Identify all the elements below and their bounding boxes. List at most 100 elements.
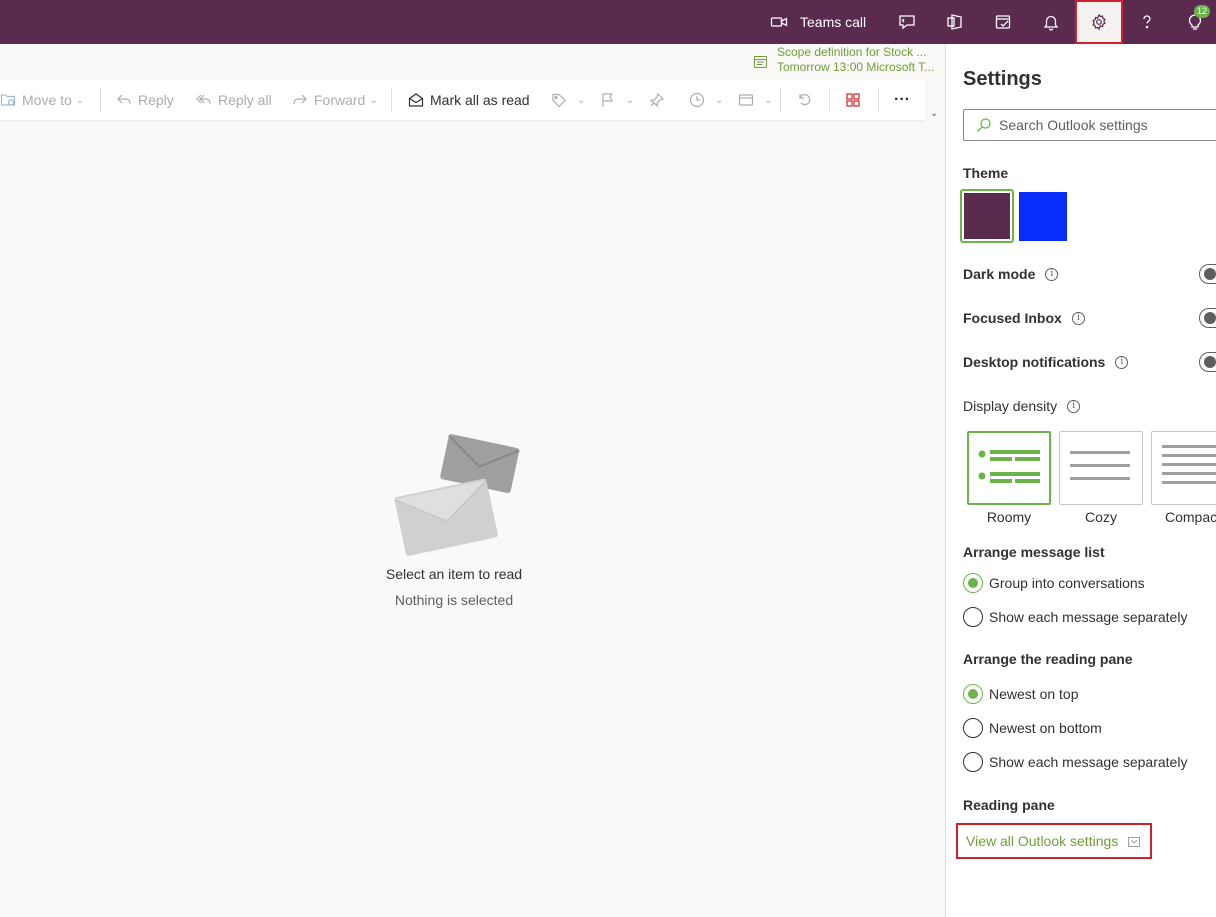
theme-label: Theme	[963, 165, 1009, 181]
feedback-icon	[899, 15, 915, 30]
settings-pane: Settings Search Outlook settings Theme D…	[945, 44, 1216, 917]
radio-unselected-icon	[963, 607, 983, 627]
show-messages-separately-radio[interactable]: Show each message separately	[963, 607, 1187, 627]
rules-button[interactable]: ⌄	[738, 80, 772, 120]
teams-call-button[interactable]	[766, 0, 792, 44]
tips-button[interactable]: 12	[1178, 0, 1212, 44]
theme-swatch-blue[interactable]	[1019, 192, 1067, 241]
newest-on-top-radio[interactable]: Newest on top	[963, 684, 1079, 704]
flag-button[interactable]: ⌄	[600, 80, 634, 120]
more-actions-button[interactable]: ···	[894, 80, 910, 120]
bell-icon	[1043, 15, 1059, 31]
roomy-density-icon	[978, 450, 1040, 483]
dark-mode-label: Dark mode	[963, 266, 1036, 282]
forward-button[interactable]: Forward ⌄	[292, 80, 378, 120]
more-icon: ···	[894, 91, 910, 108]
info-icon[interactable]: i	[1115, 355, 1129, 369]
theme-swatch-fill	[964, 193, 1010, 239]
density-compact-card[interactable]	[1151, 431, 1216, 505]
reminder-title: Scope definition for Stock ...	[777, 45, 927, 59]
flag-icon	[602, 93, 614, 107]
toolbar-divider	[878, 88, 879, 112]
theme-swatch-purple[interactable]	[960, 189, 1014, 243]
reading-pane-separately-radio[interactable]: Show each message separately	[963, 752, 1187, 772]
focused-inbox-row: Focused Inbox i	[963, 310, 1085, 326]
tasks-icon	[995, 15, 1011, 29]
desktop-notifications-row: Desktop notifications i	[963, 354, 1129, 370]
reply-label: Reply	[138, 92, 174, 108]
radio-selected-icon	[963, 573, 983, 593]
reply-icon	[117, 94, 131, 104]
density-roomy-card[interactable]	[967, 431, 1051, 505]
folder-move-icon	[0, 94, 16, 106]
help-button[interactable]	[1130, 0, 1164, 44]
open-envelope-icon	[408, 93, 424, 107]
video-camera-icon	[770, 17, 788, 27]
density-cozy-label: Cozy	[1085, 509, 1117, 525]
office-app-button[interactable]	[938, 0, 972, 44]
toolbar-divider	[780, 88, 781, 112]
info-icon[interactable]: i	[1071, 311, 1085, 325]
undo-icon	[799, 94, 811, 106]
density-roomy-label: Roomy	[986, 509, 1032, 525]
tag-icon	[552, 93, 566, 108]
desktop-notifications-toggle[interactable]	[1199, 352, 1216, 372]
settings-search-input[interactable]: Search Outlook settings	[963, 109, 1216, 141]
pin-button[interactable]	[649, 80, 671, 120]
mark-all-read-button[interactable]: Mark all as read	[408, 80, 530, 120]
group-conversations-radio[interactable]: Group into conversations	[963, 573, 1145, 593]
forward-icon	[293, 94, 307, 104]
reading-pane-label: Reading pane	[963, 797, 1055, 813]
settings-search-placeholder: Search Outlook settings	[999, 117, 1148, 133]
view-all-settings-link[interactable]: View all Outlook settings	[956, 823, 1152, 859]
empty-state-title: Select an item to read	[385, 566, 523, 582]
clock-icon	[689, 92, 705, 108]
teams-call-label-button[interactable]: Teams call	[800, 0, 872, 44]
toolbar-divider	[391, 88, 392, 112]
radio-selected-icon	[963, 684, 983, 704]
pin-icon	[649, 92, 665, 108]
top-bar: Teams call 12	[0, 0, 1216, 44]
reply-all-button[interactable]: Reply all	[196, 80, 272, 120]
my-day-button[interactable]	[986, 0, 1020, 44]
calendar-event-icon	[754, 56, 767, 68]
chevron-down-icon: ⌄	[369, 94, 378, 106]
reply-button[interactable]: Reply	[116, 80, 174, 120]
upcoming-event-reminder[interactable]: Scope definition for Stock ... Tomorrow …	[752, 44, 938, 78]
arrange-message-list-label: Arrange message list	[963, 544, 1105, 560]
forward-label: Forward	[314, 92, 366, 108]
settings-button[interactable]	[1075, 0, 1123, 44]
apps-button[interactable]	[845, 80, 867, 120]
teams-call-label: Teams call	[800, 14, 867, 30]
newest-on-bottom-radio[interactable]: Newest on bottom	[963, 718, 1102, 738]
density-cozy-card[interactable]	[1059, 431, 1143, 505]
density-compact-label: Compact	[1165, 509, 1216, 525]
reply-all-icon	[196, 94, 211, 104]
move-to-button[interactable]: Move to ⌄	[0, 80, 84, 120]
snooze-button[interactable]: ⌄	[689, 80, 723, 120]
categorize-button[interactable]: ⌄	[551, 80, 585, 120]
focused-inbox-label: Focused Inbox	[963, 310, 1062, 326]
dark-mode-row: Dark mode i	[963, 266, 1059, 282]
undo-button[interactable]	[796, 80, 818, 120]
chevron-down-icon: ⌄	[75, 94, 85, 106]
expand-toolbar-chevron-icon[interactable]: ⌄	[930, 108, 938, 119]
mark-all-read-label: Mark all as read	[430, 92, 530, 108]
info-icon[interactable]: i	[1045, 267, 1059, 281]
gear-icon	[1092, 13, 1106, 31]
move-to-label: Move to	[22, 92, 72, 108]
envelopes-illustration	[394, 434, 520, 556]
toolbar-divider	[100, 88, 101, 112]
search-icon	[977, 118, 991, 132]
apps-grid-icon	[846, 93, 860, 107]
chevron-down-icon: ⌄	[764, 94, 773, 106]
feedback-button[interactable]	[890, 0, 924, 44]
desktop-notifications-label: Desktop notifications	[963, 354, 1106, 370]
radio-unselected-icon	[963, 718, 983, 738]
dark-mode-toggle[interactable]	[1199, 264, 1216, 284]
notifications-button[interactable]	[1034, 0, 1068, 44]
focused-inbox-toggle[interactable]	[1199, 308, 1216, 328]
chevron-down-icon: ⌄	[577, 94, 586, 106]
display-density-row: Display density i	[963, 398, 1081, 414]
info-icon[interactable]: i	[1067, 399, 1081, 413]
